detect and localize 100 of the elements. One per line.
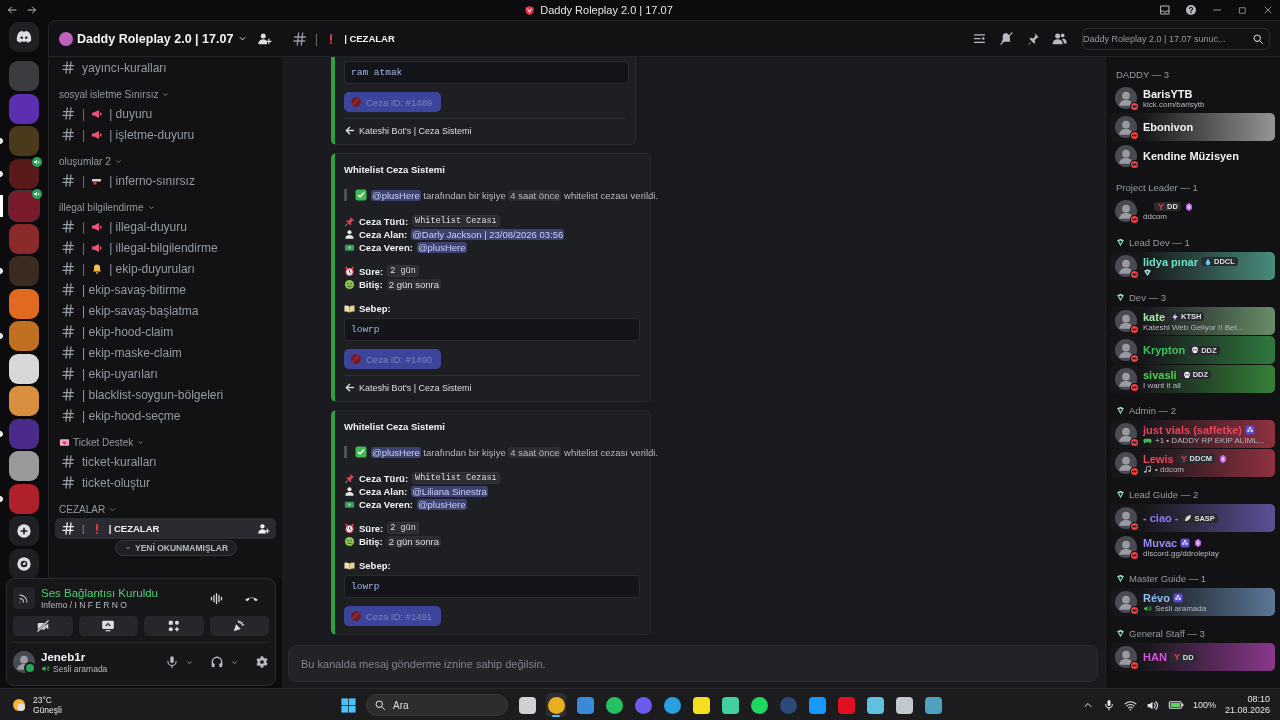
settings-icon[interactable] xyxy=(255,655,269,669)
channel-item[interactable]: | | illegal-duyuru xyxy=(55,216,276,237)
channel-item[interactable]: | blacklist-soygun-bölgeleri xyxy=(55,384,276,405)
mention-link[interactable]: @plusHere xyxy=(371,446,421,458)
channel-item[interactable]: | | CEZALAR xyxy=(55,518,276,539)
member-name[interactable]: HAN xyxy=(1143,651,1167,663)
window-title: Daddy Roleplay 2.0 | 17.07 xyxy=(540,4,673,16)
search-field[interactable]: Daddy Roleplay 2.0 | 17.07 sunuc... xyxy=(1082,27,1270,50)
channel-item[interactable]: | | işletme-duyuru xyxy=(55,124,276,145)
user-name[interactable]: Jeneb1r xyxy=(41,650,159,663)
forward-arrow-icon[interactable] xyxy=(26,4,38,16)
screen-share-button[interactable] xyxy=(78,616,138,636)
mention-link[interactable]: @Darly Jackson | 23/08/2026 03:56 xyxy=(411,228,565,240)
mention-link[interactable]: @plusHere xyxy=(416,241,467,253)
hash-icon xyxy=(61,261,76,276)
taskbar-search-field[interactable]: Ara xyxy=(366,694,508,716)
do-not-disturb-icon xyxy=(1130,270,1139,279)
waveform-icon[interactable] xyxy=(209,590,224,606)
member-name[interactable]: Lewis xyxy=(1143,452,1174,465)
member-item[interactable]: BarisYTB kick.com/barisytb xyxy=(1111,84,1275,112)
member-item[interactable]: just vials (saffetke) +1 • DADDY RP EKİP ALIML... xyxy=(1111,420,1275,448)
add-member-icon[interactable] xyxy=(257,31,272,46)
member-activity: +1 • DADDY RP EKİP ALIML... xyxy=(1155,435,1265,445)
do-not-disturb-icon xyxy=(1130,102,1139,111)
channel-item[interactable]: | ekip-savaş-bitirme xyxy=(55,279,276,300)
category-name[interactable]: CEZALAR xyxy=(59,503,106,515)
channel-item[interactable]: ticket-kuralları xyxy=(55,451,276,472)
member-item[interactable]: Révo Sesli aramada xyxy=(1111,588,1275,616)
member-name[interactable]: Ebonivon xyxy=(1143,121,1194,133)
soundboard-button[interactable] xyxy=(209,616,269,636)
member-name[interactable]: kate xyxy=(1143,310,1166,323)
member-item[interactable]: Muvac discord.gg/ddroleplay xyxy=(1111,533,1275,561)
back-arrow-icon[interactable] xyxy=(6,4,18,16)
hash-icon xyxy=(61,127,76,142)
inbox-icon[interactable] xyxy=(1159,4,1171,16)
channel-item[interactable]: | ekip-hood-seçme xyxy=(55,405,276,426)
add-member-icon[interactable] xyxy=(257,522,270,535)
category-name[interactable]: Ticket Destek xyxy=(73,436,134,448)
member-group-title: Lead Guide — 2 xyxy=(1129,489,1199,500)
help-icon[interactable] xyxy=(1185,4,1197,16)
mention-link[interactable]: @plusHere xyxy=(371,189,421,201)
activities-button[interactable] xyxy=(144,616,204,636)
mention-link[interactable]: @Liliana Sinestra xyxy=(411,485,488,497)
channel-title: | CEZALAR xyxy=(344,33,395,44)
microphone-icon[interactable] xyxy=(165,655,179,669)
battery-percent: 100% xyxy=(1192,700,1216,710)
member-name[interactable]: lidya pınar xyxy=(1143,255,1199,268)
do-not-disturb-icon xyxy=(1130,522,1139,531)
channel-item[interactable]: | | ekip-duyuruları xyxy=(55,258,276,279)
channel-item[interactable]: ticket-oluştur xyxy=(55,472,276,493)
channel-separator: | xyxy=(315,31,319,46)
volume-icon[interactable] xyxy=(1145,698,1159,712)
member-item[interactable]: Ebonivon xyxy=(1111,113,1275,141)
clock-time[interactable]: 08:10 xyxy=(1247,693,1270,705)
member-name[interactable]: Krypton xyxy=(1143,344,1186,356)
camera-off-icon xyxy=(35,619,50,633)
timestamp: 2 gün sonra xyxy=(386,278,441,290)
member-item[interactable]: Kendine Müzisyen xyxy=(1111,142,1275,170)
channel-item[interactable]: | ekip-uyarıları xyxy=(55,363,276,384)
close-icon[interactable] xyxy=(1262,4,1274,16)
connection-signal-icon[interactable] xyxy=(13,587,35,609)
channel-item[interactable]: | ekip-maske-claim xyxy=(55,342,276,363)
clock-date[interactable]: 21.08.2026 xyxy=(1224,705,1270,717)
mention-link[interactable]: @plusHere xyxy=(416,498,467,510)
channel-item[interactable]: | ekip-savaş-başlatma xyxy=(55,300,276,321)
channel-item[interactable]: | | illegal-bilgilendirme xyxy=(55,237,276,258)
bell-icon xyxy=(91,262,104,275)
microphone-icon[interactable] xyxy=(1102,699,1115,711)
members-icon[interactable] xyxy=(1052,31,1067,46)
wifi-icon[interactable] xyxy=(1123,698,1137,712)
category-name[interactable]: oluşumlar 2 xyxy=(59,155,111,167)
weather-sun-icon[interactable] xyxy=(10,696,28,714)
member-name[interactable]: just vials (saffetke) xyxy=(1143,423,1243,436)
member-name[interactable]: sivasli xyxy=(1143,368,1177,381)
role-icon xyxy=(1116,293,1125,302)
voice-channel[interactable]: Inferno / I N F E R N O xyxy=(41,599,203,610)
channel-item[interactable]: yayıncı-kuralları xyxy=(55,57,276,78)
member-name[interactable]: Kendine Müzisyen xyxy=(1143,150,1239,162)
muted-bell-icon[interactable] xyxy=(999,31,1014,46)
category-name[interactable]: illegal bilgilendirme xyxy=(59,201,144,213)
headphones-icon[interactable] xyxy=(210,655,224,669)
category-name[interactable]: sosyal isletme Sınırsız xyxy=(59,88,159,100)
field-label: Ceza Veren: xyxy=(359,498,413,510)
member-name[interactable]: Révo xyxy=(1143,591,1170,604)
member-name[interactable]: BarisYTB xyxy=(1143,87,1193,100)
camera-off-button[interactable] xyxy=(13,616,73,636)
channel-item[interactable]: | | inferno-sınırsız xyxy=(55,170,276,191)
channel-item[interactable]: | ekip-hood-claim xyxy=(55,321,276,342)
hash-icon xyxy=(61,324,76,339)
maximize-icon[interactable] xyxy=(1237,4,1248,16)
embed-footer: Kateshi Bot's | Ceza Sistemi xyxy=(359,382,472,393)
server-name[interactable]: Daddy Roleplay 2.0 | 17.07 xyxy=(77,31,234,46)
start-icon[interactable] xyxy=(340,696,357,714)
member-name[interactable]: Muvac xyxy=(1143,536,1178,549)
unread-pill[interactable]: YENİ OKUNMAMIŞLAR xyxy=(115,540,238,556)
screen-share-icon xyxy=(101,619,116,633)
channel-item[interactable]: | | duyuru xyxy=(55,103,276,124)
threads-icon[interactable] xyxy=(972,31,987,46)
member-name[interactable]: - ciao - xyxy=(1143,512,1179,524)
pin-icon[interactable] xyxy=(1026,31,1040,46)
